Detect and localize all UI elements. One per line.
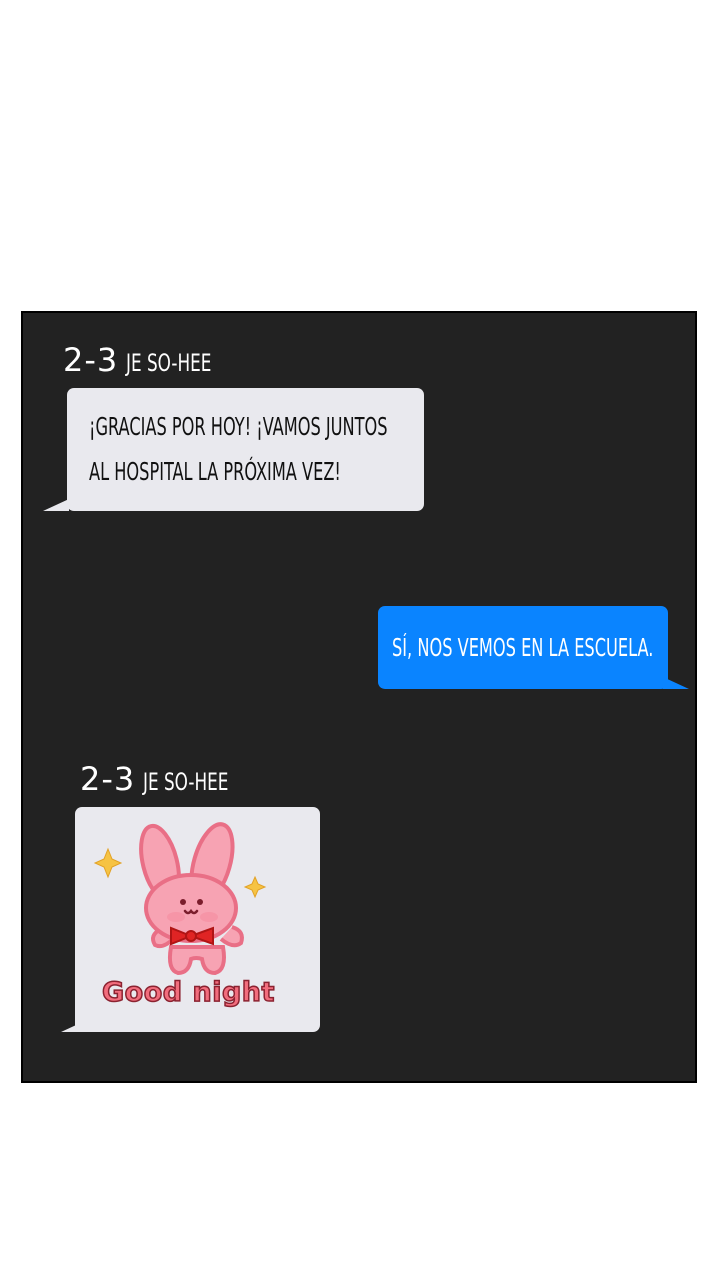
outgoing-message-bubble[interactable]: SÍ, NOS VEMOS EN LA ESCUELA. (378, 606, 668, 689)
sticker-message-bubble[interactable]: Good night (75, 807, 320, 1032)
sender-header: 2-3 JE SO-HEE (80, 760, 253, 798)
sender-room: 2-3 (63, 341, 119, 379)
pink-bunny-sticker-icon (93, 822, 267, 976)
sender-name: JE SO-HEE (126, 349, 212, 377)
message-line: AL HOSPITAL LA PRÓXIMA VEZ! (89, 457, 341, 486)
bubble-tail (43, 499, 69, 511)
message-text: SÍ, NOS VEMOS EN LA ESCUELA. (392, 633, 654, 662)
sender-header: 2-3 JE SO-HEE (63, 341, 236, 379)
sticker-caption: Good night (101, 976, 275, 1009)
sparkle-icon (243, 875, 267, 899)
bubble-tail (61, 1020, 87, 1032)
sender-name: JE SO-HEE (143, 768, 229, 796)
sparkle-icon (93, 847, 123, 879)
message-line: ¡GRACIAS POR HOY! ¡VAMOS JUNTOS (89, 412, 388, 441)
sender-room: 2-3 (80, 760, 136, 798)
incoming-message-bubble[interactable]: ¡GRACIAS POR HOY! ¡VAMOS JUNTOS AL HOSPI… (67, 388, 424, 511)
chat-panel: 2-3 JE SO-HEE ¡GRACIAS POR HOY! ¡VAMOS J… (21, 311, 697, 1083)
bubble-tail (663, 677, 689, 689)
